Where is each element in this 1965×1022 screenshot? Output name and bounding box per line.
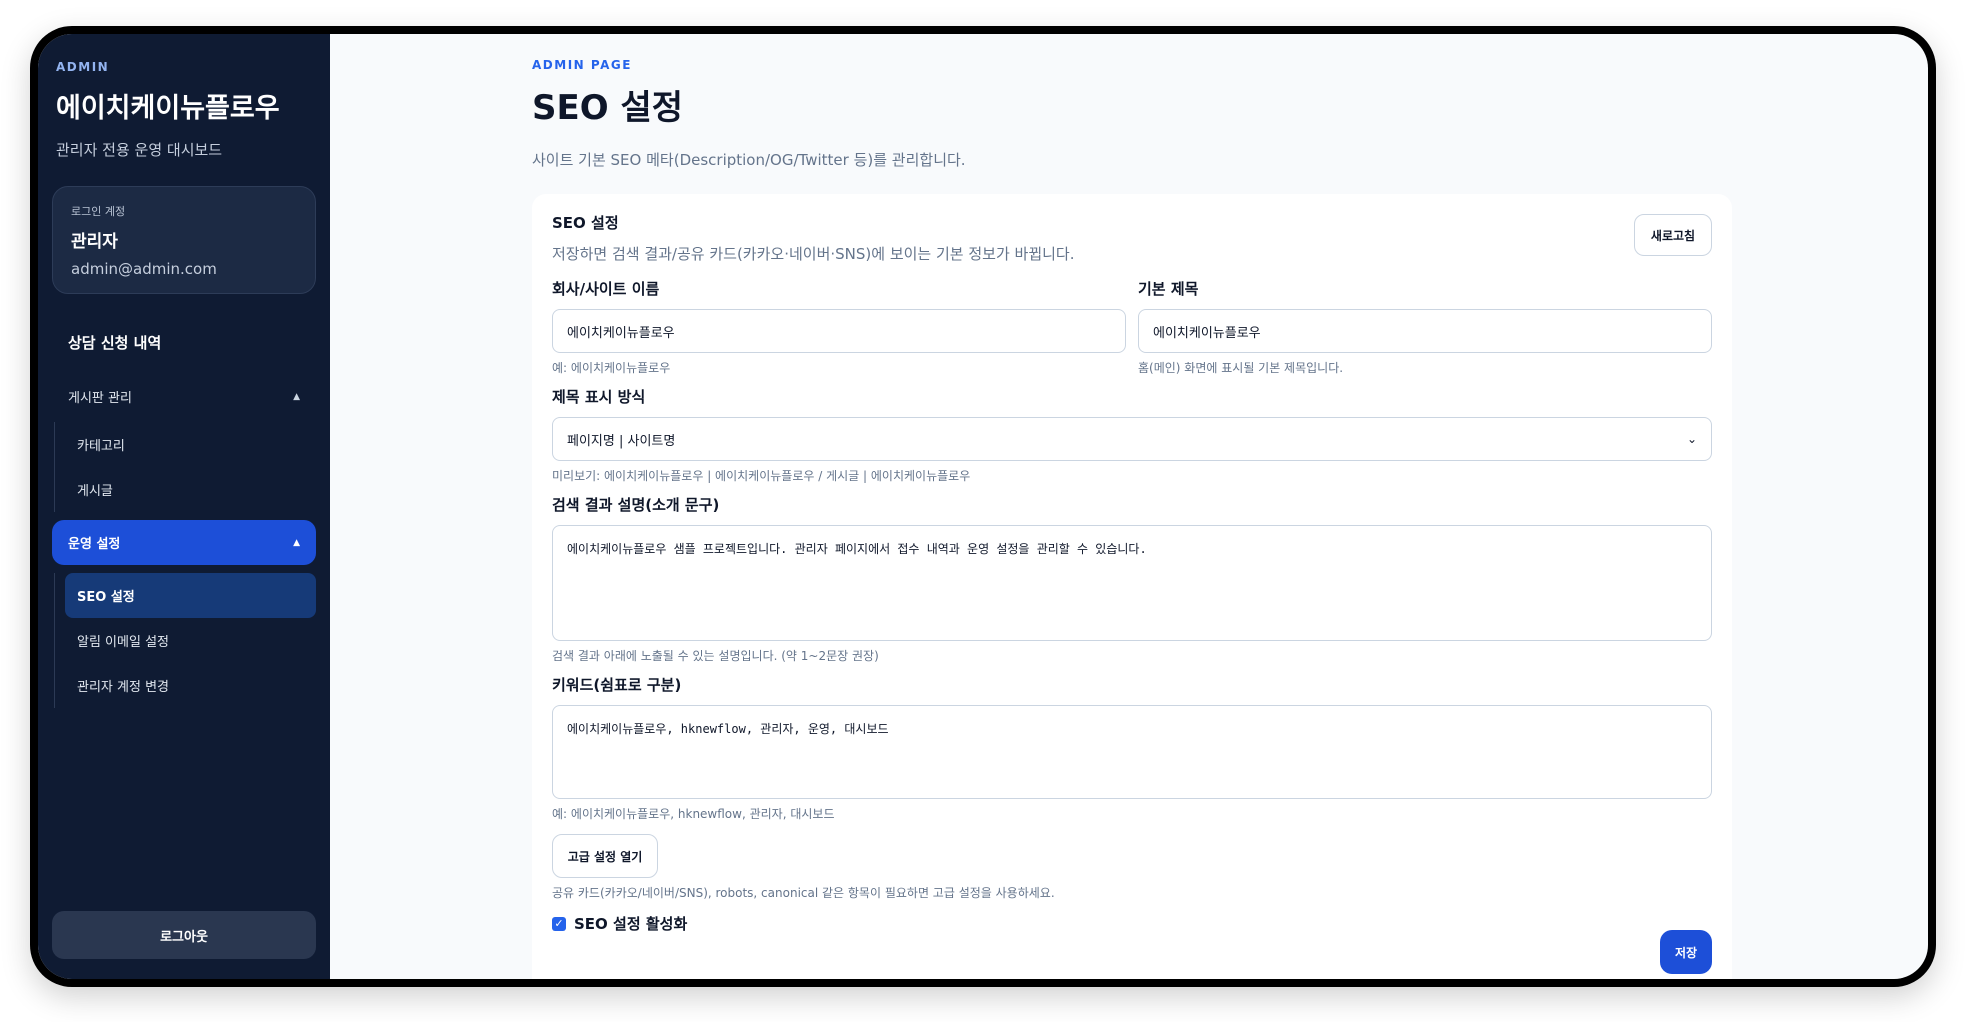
keywords-label: 키워드(쉼표로 구분) [552, 676, 682, 694]
account-email: admin@admin.com [71, 260, 217, 278]
sidebar-item-category[interactable]: 카테고리 [55, 422, 316, 467]
title-format-preview: 미리보기: 에이치케이뉴플로우 | 에이치케이뉴플로우 / 게시글 | 에이치케… [552, 469, 971, 483]
title-format-select[interactable]: 페이지명 | 사이트명 ⌄ [552, 417, 1712, 461]
sidebar-group-board-label: 게시판 관리 [68, 391, 132, 406]
card-title: SEO 설정 [552, 214, 619, 232]
meta-description-field: 검색 결과 설명(소개 문구) 에이치케이뉴플로우 샘플 프로젝트입니다. 관리… [552, 494, 1712, 664]
meta-description-hint: 검색 결과 아래에 노출될 수 있는 설명입니다. (약 1~2문장 권장) [552, 649, 879, 663]
title-format-selected: 페이지명 | 사이트명 [567, 433, 676, 449]
sidebar-item-admin-account[interactable]: 관리자 계정 변경 [65, 663, 316, 708]
keywords-textarea[interactable]: 에이치케이뉴플로우, hknewflow, 관리자, 운영, 대시보드 [552, 705, 1712, 799]
seo-enable-checkbox[interactable]: ✓ [552, 916, 566, 931]
main-content: ADMIN PAGE SEO 설정 사이트 기본 SEO 메타(Descript… [330, 34, 1928, 979]
meta-description-label: 검색 결과 설명(소개 문구) [552, 496, 720, 514]
refresh-button[interactable]: 새로고침 [1634, 214, 1712, 256]
title-format-label: 제목 표시 방식 [552, 388, 646, 406]
sidebar-nav: 상담 신청 내역 게시판 관리 ▲ 카테고리 게시글 운영 설정 ▲ SEO 설… [52, 322, 316, 708]
site-name-field: 회사/사이트 이름 에이치케이뉴플로우 예: 에이치케이뉴플로우 [552, 278, 1126, 376]
logout-button[interactable]: 로그아웃 [52, 911, 316, 959]
site-name-label: 회사/사이트 이름 [552, 280, 660, 298]
default-title-input[interactable]: 에이치케이뉴플로우 [1138, 309, 1712, 353]
sidebar-item-posts[interactable]: 게시글 [55, 467, 316, 512]
sidebar-item-consultations[interactable]: 상담 신청 내역 [52, 322, 316, 363]
brand-subtitle: 관리자 전용 운영 대시보드 [56, 141, 223, 159]
advanced-settings-hint: 공유 카드(카카오/네이버/SNS), robots, canonical 같은… [552, 886, 1055, 900]
seo-enable-row: ✓ SEO 설정 활성화 [552, 913, 1712, 934]
default-title-label: 기본 제목 [1138, 280, 1199, 298]
account-label: 로그인 계정 [71, 205, 126, 218]
brand-title: 에이치케이뉴플로우 [56, 93, 280, 124]
seo-settings-card: SEO 설정 저장하면 검색 결과/공유 카드(카카오·네이버·SNS)에 보이… [532, 194, 1732, 979]
chevron-up-icon: ▲ [293, 391, 300, 402]
page-title: SEO 설정 [532, 88, 684, 128]
advanced-settings-button[interactable]: 고급 설정 열기 [552, 834, 658, 878]
default-title-field: 기본 제목 에이치케이뉴플로우 홈(메인) 화면에 표시될 기본 제목입니다. [1138, 278, 1712, 376]
card-description: 저장하면 검색 결과/공유 카드(카카오·네이버·SNS)에 보이는 기본 정보… [552, 245, 1075, 263]
keywords-field: 키워드(쉼표로 구분) 에이치케이뉴플로우, hknewflow, 관리자, 운… [552, 674, 1712, 822]
brand-tag: ADMIN [56, 60, 110, 74]
sidebar: ADMIN 에이치케이뉴플로우 관리자 전용 운영 대시보드 로그인 계정 관리… [38, 34, 330, 979]
keywords-hint: 예: 에이치케이뉴플로우, hknewflow, 관리자, 대시보드 [552, 807, 835, 821]
seo-enable-label[interactable]: SEO 설정 활성화 [574, 913, 687, 934]
device-frame: ADMIN 에이치케이뉴플로우 관리자 전용 운영 대시보드 로그인 계정 관리… [30, 26, 1936, 987]
sidebar-group-board[interactable]: 게시판 관리 ▲ [52, 377, 316, 416]
sidebar-group-ops-label: 운영 설정 [68, 537, 121, 552]
board-submenu: 카테고리 게시글 [54, 422, 316, 512]
chevron-up-icon: ▲ [293, 537, 300, 548]
account-card: 로그인 계정 관리자 admin@admin.com [52, 186, 316, 294]
site-name-input[interactable]: 에이치케이뉴플로우 [552, 309, 1126, 353]
page-description: 사이트 기본 SEO 메타(Description/OG/Twitter 등)를… [532, 151, 966, 169]
page-eyebrow: ADMIN PAGE [532, 58, 632, 72]
title-format-field: 제목 표시 방식 페이지명 | 사이트명 ⌄ 미리보기: 에이치케이뉴플로우 |… [552, 386, 1712, 484]
sidebar-group-ops[interactable]: 운영 설정 ▲ [52, 520, 316, 565]
sidebar-item-notification-email[interactable]: 알림 이메일 설정 [65, 618, 316, 663]
app-screen: ADMIN 에이치케이뉴플로우 관리자 전용 운영 대시보드 로그인 계정 관리… [38, 34, 1928, 979]
site-name-hint: 예: 에이치케이뉴플로우 [552, 361, 671, 375]
sidebar-item-seo[interactable]: SEO 설정 [65, 573, 316, 618]
meta-description-textarea[interactable]: 에이치케이뉴플로우 샘플 프로젝트입니다. 관리자 페이지에서 접수 내역과 운… [552, 525, 1712, 641]
save-button[interactable]: 저장 [1660, 930, 1712, 974]
name-title-row: 회사/사이트 이름 에이치케이뉴플로우 예: 에이치케이뉴플로우 기본 제목 에… [552, 278, 1712, 376]
default-title-hint: 홈(메인) 화면에 표시될 기본 제목입니다. [1138, 361, 1344, 375]
account-name: 관리자 [71, 232, 118, 252]
ops-submenu: SEO 설정 알림 이메일 설정 관리자 계정 변경 [54, 573, 316, 708]
chevron-down-icon: ⌄ [1686, 432, 1697, 446]
